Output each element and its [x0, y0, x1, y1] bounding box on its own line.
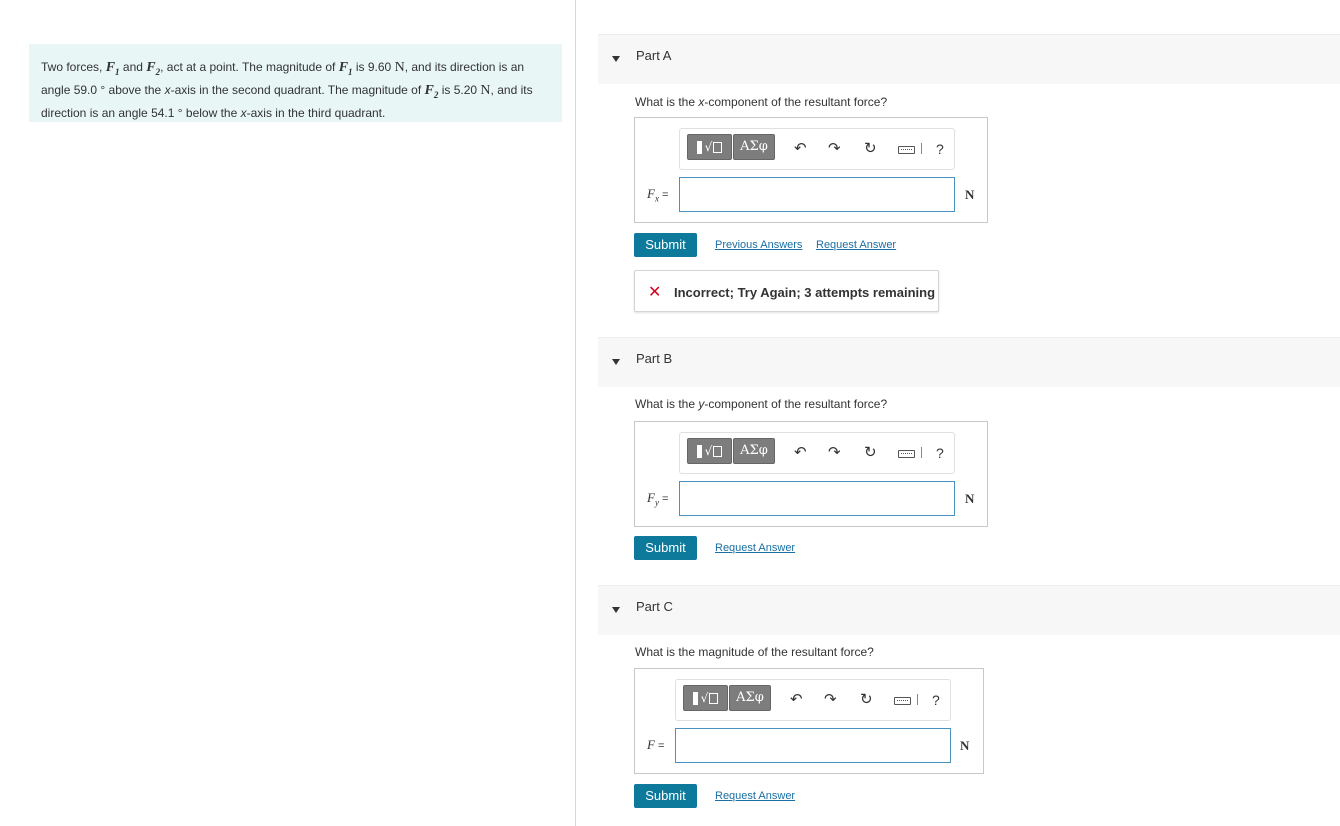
unit-label: N — [960, 738, 970, 753]
feedback-message: Incorrect; Try Again; 3 attempts remaini… — [674, 285, 936, 300]
toolbar-separator — [917, 694, 918, 705]
problem-statement: Two forces, F1 and F2, act at a point. T… — [29, 44, 562, 122]
reset-icon[interactable]: ↻ — [864, 141, 877, 157]
answer-label-f: F = — [647, 737, 665, 752]
part-b-question: What is the y-component of the resultant… — [635, 397, 888, 411]
collapse-triangle-icon[interactable] — [612, 607, 620, 613]
part-a-answer-box: √ ΑΣφ ↶ ↷ ↻ ? Fx = N — [634, 117, 988, 223]
unit-newton: N — [394, 60, 405, 75]
greek-symbols-icon[interactable]: ΑΣφ — [733, 438, 775, 464]
part-a-header[interactable]: Part A — [598, 34, 1340, 84]
part-c-submit-button[interactable]: Submit — [634, 784, 697, 808]
problem-text: is 9.60 — [355, 60, 392, 74]
math-toolbar: √ ΑΣφ ↶ ↷ ↻ ? — [679, 128, 955, 170]
part-a-title: Part A — [636, 48, 672, 63]
reset-icon[interactable]: ↻ — [860, 692, 873, 708]
request-answer-link[interactable]: Request Answer — [715, 542, 795, 554]
template-icon[interactable]: √ — [687, 134, 732, 160]
problem-text: -axis in the third quadrant. — [246, 105, 386, 120]
part-a-submit-button[interactable]: Submit — [634, 233, 697, 257]
answer-label-fy: Fy = — [647, 490, 669, 508]
incorrect-x-icon: ✕ — [648, 284, 662, 301]
incorrect-feedback: ✕ Incorrect; Try Again; 3 attempts remai… — [634, 270, 939, 312]
unit-label: N — [965, 187, 975, 202]
redo-icon[interactable]: ↷ — [828, 445, 841, 461]
toolbar-separator — [921, 447, 922, 458]
part-b-header[interactable]: Part B — [598, 337, 1340, 387]
unit-newton: N — [480, 82, 491, 98]
force-f2-symbol: F2 — [146, 60, 161, 77]
toolbar-separator — [921, 143, 922, 154]
previous-answers-link[interactable]: Previous Answers — [715, 239, 802, 251]
answer-input-f[interactable] — [675, 728, 951, 763]
answer-input-fy[interactable] — [679, 481, 955, 516]
part-b-title: Part B — [636, 351, 673, 366]
force-f1-symbol: F1 — [338, 60, 353, 77]
greek-symbols-icon[interactable]: ΑΣφ — [729, 685, 771, 711]
help-icon[interactable]: ? — [936, 141, 944, 157]
help-icon[interactable]: ? — [932, 692, 940, 708]
redo-icon[interactable]: ↷ — [824, 692, 837, 708]
collapse-triangle-icon[interactable] — [612, 56, 620, 62]
unit-label: N — [965, 491, 975, 506]
problem-text: -axis in the second quadrant. The magnit… — [170, 82, 422, 97]
answer-input-fx[interactable] — [679, 177, 955, 212]
greek-symbols-icon[interactable]: ΑΣφ — [733, 134, 775, 160]
keyboard-icon[interactable] — [898, 146, 915, 154]
part-a-question: What is the x-component of the resultant… — [635, 95, 888, 109]
problem-text: , act at a point. The magnitude of — [160, 60, 336, 74]
part-b-submit-button[interactable]: Submit — [634, 536, 697, 560]
problem-text: and — [122, 60, 143, 74]
math-toolbar: √ ΑΣφ ↶ ↷ ↻ ? — [679, 432, 955, 474]
force-f2-symbol: F2 — [424, 82, 439, 100]
undo-icon[interactable]: ↶ — [794, 141, 807, 157]
answer-label-fx: Fx = — [647, 186, 669, 204]
request-answer-link[interactable]: Request Answer — [816, 239, 896, 251]
template-icon[interactable]: √ — [687, 438, 732, 464]
reset-icon[interactable]: ↻ — [864, 445, 877, 461]
help-icon[interactable]: ? — [936, 445, 944, 461]
collapse-triangle-icon[interactable] — [612, 359, 620, 365]
undo-icon[interactable]: ↶ — [794, 445, 807, 461]
force-f1-symbol: F1 — [105, 60, 120, 77]
part-b-answer-box: √ ΑΣφ ↶ ↷ ↻ ? Fy = N — [634, 421, 988, 527]
request-answer-link[interactable]: Request Answer — [715, 790, 795, 802]
part-c-header[interactable]: Part C — [598, 585, 1340, 635]
math-toolbar: √ ΑΣφ ↶ ↷ ↻ ? — [675, 679, 951, 721]
keyboard-icon[interactable] — [894, 697, 911, 705]
problem-text: is 5.20 — [441, 82, 478, 97]
part-c-title: Part C — [636, 599, 673, 614]
keyboard-icon[interactable] — [898, 450, 915, 458]
undo-icon[interactable]: ↶ — [790, 692, 803, 708]
part-c-question: What is the magnitude of the resultant f… — [635, 645, 874, 659]
redo-icon[interactable]: ↷ — [828, 141, 841, 157]
part-c-answer-box: √ ΑΣφ ↶ ↷ ↻ ? F = N — [634, 668, 984, 774]
problem-text: Two forces, — [41, 60, 103, 74]
panel-divider — [575, 0, 576, 826]
template-icon[interactable]: √ — [683, 685, 728, 711]
